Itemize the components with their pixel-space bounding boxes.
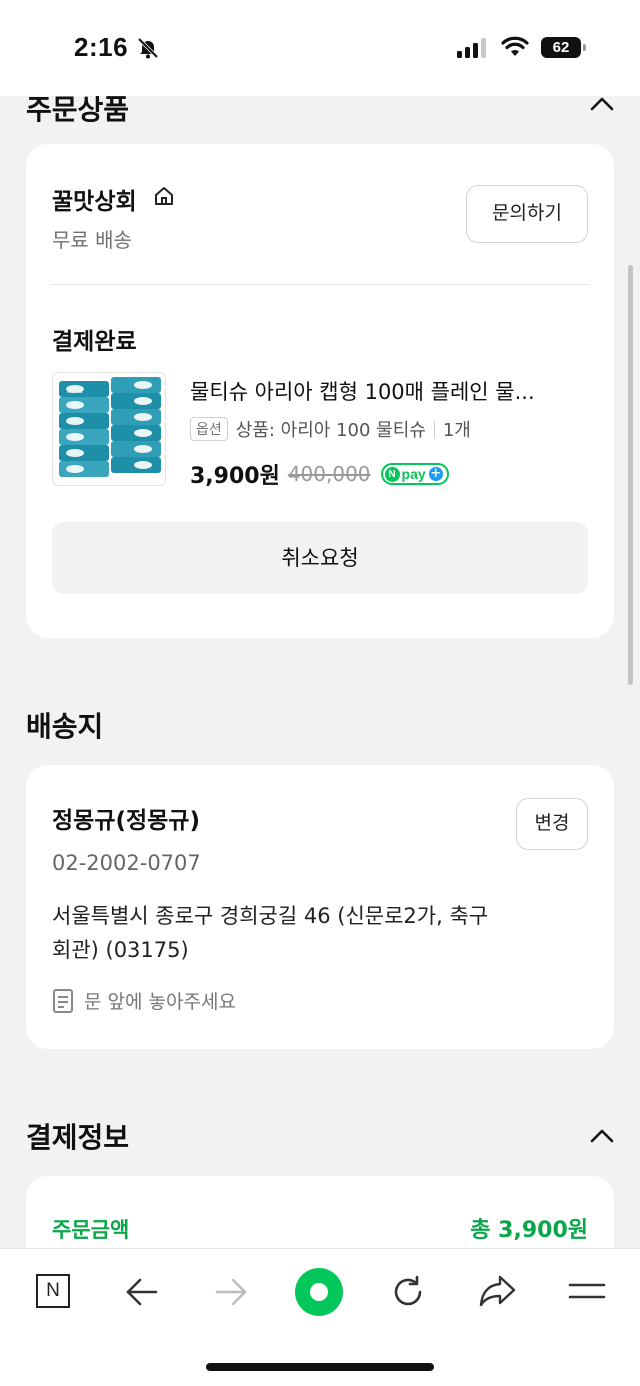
delivery-memo-row: 문 앞에 놓아주세요 [52,987,236,1014]
change-address-button[interactable]: 변경 [516,798,588,850]
naver-home-button[interactable]: N [36,1267,70,1308]
shipping-note: 무료 배송 [52,228,132,252]
wifi-icon [501,36,529,56]
scroll-content: 주문상품 꿀맛상회 무료 배송 문의하기 결제완료 ari·a 물티슈 아리아 … [0,0,640,1250]
npay-logo-icon: N [384,466,400,482]
wet-wipes-image: ari·a [53,373,165,485]
product-price: 3,900원 [190,464,280,489]
product-quantity: 1개 [442,420,471,441]
delivery-memo: 문 앞에 놓아주세요 [84,991,236,1013]
bottom-nav-bar: N [0,1248,640,1386]
npay-plus-badge: N pay + [380,463,449,485]
order-card: 꿀맛상회 무료 배송 문의하기 결제완료 ari·a 물티슈 아리아 캡형 10… [26,144,614,638]
cancel-request-button[interactable]: 취소요청 [52,522,588,594]
chevron-up-icon[interactable] [589,96,615,112]
recipient-name: 정몽규(정몽규) [52,808,200,834]
payment-card: 주문금액 총 3,900원 [26,1176,614,1250]
original-price: 400,000 [287,462,371,486]
payment-section-title: 결제정보 [26,1121,130,1154]
product-price-row: 3,900원 400,000 N pay + [190,458,449,490]
delivery-section-title: 배송지 [26,710,104,743]
menu-icon[interactable] [568,1279,606,1303]
option-separator [433,420,435,438]
npay-plus-icon: + [428,466,443,481]
inquiry-button[interactable]: 문의하기 [466,185,588,243]
forward-arrow-icon[interactable] [213,1277,249,1307]
product-name[interactable]: 물티슈 아리아 캡형 100매 플레인 물... [190,376,535,406]
battery-indicator: 62 [541,37,586,58]
seller-name[interactable]: 꿀맛상회 [52,182,137,216]
chevron-up-icon[interactable] [589,1128,615,1144]
product-option: 상품: 아리아 100 물티슈 [235,420,426,441]
delivery-address: 서울특별시 종로구 경희궁길 46 (신문로2가, 축구회관) (03175) [52,904,489,962]
order-amount-label: 주문금액 [52,1218,130,1242]
product-thumbnail[interactable]: ari·a [52,372,166,486]
refresh-icon[interactable] [389,1273,427,1311]
product-option-row: 옵션 상품: 아리아 100 물티슈 1개 [190,416,471,442]
bell-slash-icon [137,37,159,59]
status-time: 2:16 [74,32,129,62]
memo-icon [53,988,73,1013]
signal-icon [457,38,486,58]
seller-divider [52,284,588,285]
wipes-brand-label: ari·a [67,387,83,395]
green-dot-icon [310,1283,328,1301]
order-status: 결제완료 [52,329,137,355]
back-arrow-icon[interactable] [124,1277,160,1307]
status-bar: 2:16 62 [0,0,640,96]
npay-text: pay [401,466,426,482]
scrollbar-thumb[interactable] [628,265,633,685]
recipient-phone: 02-2002-0707 [52,851,201,875]
share-icon[interactable] [478,1273,518,1309]
home-indicator[interactable] [206,1363,434,1371]
home-icon[interactable] [153,185,175,207]
green-dot-button[interactable] [295,1268,343,1316]
order-amount-total: 총 3,900원 [470,1218,588,1243]
naver-n-icon: N [36,1274,70,1308]
delivery-card: 정몽규(정몽규) 변경 02-2002-0707 서울특별시 종로구 경희궁길 … [26,765,614,1049]
option-tag: 옵션 [190,417,228,441]
